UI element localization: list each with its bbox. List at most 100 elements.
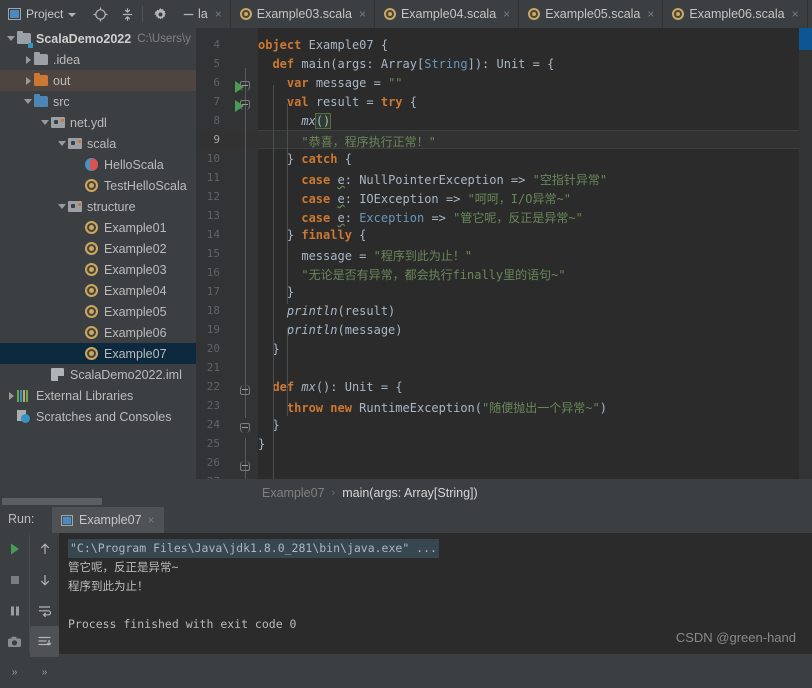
editor-tab-1[interactable]: Example03.scala × bbox=[230, 0, 375, 28]
scroll-to-end-button[interactable] bbox=[30, 626, 59, 657]
project-tree[interactable]: ScalaDemo2022 C:\Users\y .idea out src net.yd… bbox=[0, 28, 196, 494]
code-line[interactable]: message = "程序到此为止！" bbox=[258, 247, 472, 264]
tree-node-example07[interactable]: Example07 bbox=[0, 343, 196, 364]
scroll-down-button[interactable] bbox=[30, 564, 59, 595]
scala-object-icon bbox=[383, 8, 396, 20]
tree-node--idea[interactable]: .idea bbox=[0, 49, 196, 70]
line-number: 11 bbox=[206, 171, 220, 184]
project-window-icon bbox=[8, 8, 21, 20]
close-icon[interactable]: × bbox=[215, 7, 222, 21]
editor-marker-bar[interactable] bbox=[799, 28, 812, 479]
chevron-down-icon[interactable] bbox=[23, 96, 34, 107]
scala-object-icon bbox=[85, 304, 100, 319]
close-icon[interactable]: × bbox=[647, 7, 654, 21]
collapse-all-icon[interactable] bbox=[117, 4, 137, 24]
project-tree-hscrollbar[interactable] bbox=[2, 498, 102, 505]
editor-tab-label: Example06.scala bbox=[689, 7, 785, 21]
tree-node-src[interactable]: src bbox=[0, 91, 196, 112]
code-line[interactable]: var message = "" bbox=[258, 76, 403, 90]
code-line[interactable]: } finally { bbox=[258, 228, 367, 242]
tree-node-scalademo2022-iml[interactable]: ScalaDemo2022.iml bbox=[0, 364, 196, 385]
code-line[interactable]: println(message) bbox=[258, 323, 403, 337]
editor-tab-3[interactable]: Example05.scala × bbox=[519, 0, 664, 28]
code-line[interactable]: "恭喜，程序执行正常！" bbox=[258, 133, 435, 150]
fold-toggle-icon[interactable] bbox=[240, 461, 251, 472]
code-line[interactable]: } bbox=[258, 342, 279, 356]
locate-icon[interactable] bbox=[90, 4, 110, 24]
code-editor[interactable]: 4 5 6 7 8 9 10 11 12 13 14 15 16 17 18 19 20 21 22 23 24 25 26… bbox=[196, 28, 812, 479]
code-line[interactable]: case e: Exception => "管它呢，反正是异常~" bbox=[258, 209, 582, 226]
code-line[interactable]: def main(args: Array[String]): Unit = { bbox=[258, 57, 554, 71]
tree-node-scalademo2022[interactable]: ScalaDemo2022 C:\Users\y bbox=[0, 28, 196, 49]
more-right-button[interactable]: » bbox=[30, 657, 59, 688]
tree-node-example02[interactable]: Example02 bbox=[0, 238, 196, 259]
chevron-down-icon[interactable] bbox=[6, 33, 17, 44]
fold-toggle-icon[interactable] bbox=[240, 100, 251, 111]
editor-tab-0[interactable]: la × bbox=[196, 0, 231, 28]
chevron-down-icon[interactable] bbox=[57, 201, 68, 212]
code-line[interactable]: case e: NullPointerException => "空指针异常" bbox=[258, 171, 607, 188]
more-left-button[interactable]: » bbox=[0, 657, 29, 688]
fold-toggle-icon[interactable] bbox=[240, 385, 251, 396]
editor-tab-4[interactable]: Example06.scala × bbox=[663, 0, 808, 28]
editor-tab-bar: la × Example03.scala × Example04.scala × Examp… bbox=[196, 0, 808, 28]
project-tool-window-button[interactable]: Project bbox=[4, 3, 80, 25]
fold-toggle-icon[interactable] bbox=[240, 423, 251, 434]
code-line[interactable]: println(result) bbox=[258, 304, 395, 318]
tree-node-scratches-and-consoles[interactable]: Scratches and Consoles bbox=[0, 406, 196, 427]
tree-node-example01[interactable]: Example01 bbox=[0, 217, 196, 238]
code-line[interactable]: object Example07 { bbox=[258, 38, 388, 52]
code-line[interactable]: } bbox=[258, 418, 279, 432]
minimize-icon[interactable] bbox=[178, 4, 198, 24]
chevron-right-icon[interactable] bbox=[6, 390, 17, 401]
breadcrumb-item[interactable]: Example07 bbox=[262, 486, 325, 500]
code-line[interactable]: throw new RuntimeException("随便抛出一个异常~") bbox=[258, 399, 607, 416]
tree-node-structure[interactable]: structure bbox=[0, 196, 196, 217]
run-tab-label: Example07 bbox=[79, 513, 142, 527]
chevron-right-icon[interactable] bbox=[23, 75, 34, 86]
tree-node-net-ydl[interactable]: net.ydl bbox=[0, 112, 196, 133]
code-line[interactable]: } bbox=[258, 285, 294, 299]
code-line[interactable]: "无论是否有异常，都会执行finally里的语句~" bbox=[258, 266, 565, 283]
code-text-area[interactable]: object Example07 { def main(args: Array[… bbox=[258, 28, 812, 479]
breadcrumb-item[interactable]: main(args: Array[String]) bbox=[342, 486, 477, 500]
pause-button[interactable] bbox=[0, 595, 29, 626]
chevron-down-icon[interactable] bbox=[40, 117, 51, 128]
code-line[interactable]: } bbox=[258, 437, 265, 451]
package-icon bbox=[68, 199, 83, 214]
rerun-button[interactable] bbox=[0, 533, 29, 564]
tree-node-scala[interactable]: scala bbox=[0, 133, 196, 154]
code-line[interactable]: def mx(): Unit = { bbox=[258, 380, 402, 394]
tree-node-example03[interactable]: Example03 bbox=[0, 259, 196, 280]
close-icon[interactable]: × bbox=[792, 7, 799, 21]
editor-gutter[interactable]: 4 5 6 7 8 9 10 11 12 13 14 15 16 17 18 19 20 21 22 23 24 25 26… bbox=[196, 28, 258, 479]
console-line: 程序到此为止！ bbox=[68, 579, 149, 593]
chevron-down-icon[interactable] bbox=[57, 138, 68, 149]
code-line[interactable]: val result = try { bbox=[258, 95, 417, 109]
fold-toggle-icon[interactable] bbox=[240, 81, 251, 92]
tree-node-example05[interactable]: Example05 bbox=[0, 301, 196, 322]
scrollbar-thumb[interactable] bbox=[799, 28, 812, 50]
tree-node-example06[interactable]: Example06 bbox=[0, 322, 196, 343]
console-command-line: "C:\Program Files\Java\jdk1.8.0_281\bin\… bbox=[68, 539, 439, 558]
scroll-up-button[interactable] bbox=[30, 533, 59, 564]
stop-button[interactable] bbox=[0, 564, 29, 595]
tree-node-out[interactable]: out bbox=[0, 70, 196, 91]
scala-object-icon bbox=[239, 8, 252, 20]
close-icon[interactable]: × bbox=[148, 513, 155, 527]
settings-gear-icon[interactable] bbox=[150, 4, 170, 24]
chevron-right-icon[interactable] bbox=[23, 54, 34, 65]
soft-wrap-button[interactable] bbox=[30, 595, 59, 626]
tree-node-helloscala[interactable]: HelloScala bbox=[0, 154, 196, 175]
screenshot-button[interactable] bbox=[0, 626, 29, 657]
tree-node-testhelloscala[interactable]: TestHelloScala bbox=[0, 175, 196, 196]
close-icon[interactable]: × bbox=[359, 7, 366, 21]
run-configuration-tab[interactable]: Example07 × bbox=[52, 507, 164, 533]
code-line[interactable]: case e: IOException => "呵呵，I/O异常~" bbox=[258, 190, 571, 207]
code-line[interactable]: mx() bbox=[258, 113, 332, 129]
close-icon[interactable]: × bbox=[503, 7, 510, 21]
editor-tab-2[interactable]: Example04.scala × bbox=[374, 0, 520, 28]
tree-node-external-libraries[interactable]: External Libraries bbox=[0, 385, 196, 406]
tree-node-example04[interactable]: Example04 bbox=[0, 280, 196, 301]
